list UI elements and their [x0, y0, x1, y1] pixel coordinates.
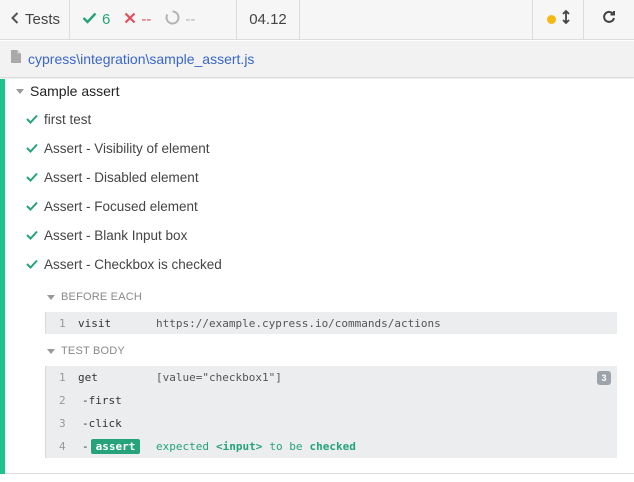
- command-message: [value="checkbox1"]: [156, 370, 282, 384]
- reporter-header: Tests 6 -- -- 04.12: [0, 0, 634, 40]
- spec-file-path[interactable]: cypress\integration\sample_assert.js: [28, 51, 254, 67]
- command-name: get: [78, 370, 98, 384]
- redo-icon: [602, 10, 616, 29]
- command-name: visit: [78, 316, 112, 330]
- caret-down-icon: [47, 348, 55, 354]
- command-row[interactable]: 3 -click: [46, 412, 617, 434]
- element-count-badge: 3: [597, 371, 611, 385]
- scroll-toggle-icon[interactable]: [561, 9, 570, 29]
- command-message: https://example.cypress.io/commands/acti…: [156, 316, 441, 330]
- pending-count: --: [185, 11, 196, 28]
- command-message: expected <input> to be checked: [156, 440, 356, 453]
- pending-stat[interactable]: --: [165, 10, 195, 29]
- assert-message-subject: <input>: [215, 439, 263, 453]
- command-name-wrapper: - assert: [82, 438, 141, 454]
- test-title: Assert - Focused element: [44, 199, 198, 214]
- file-icon: [11, 50, 21, 68]
- check-icon: [26, 228, 38, 243]
- test-item[interactable]: Assert - Visibility of element: [26, 141, 210, 156]
- assert-message-verb: to be: [269, 439, 303, 453]
- test-title: Assert - Checkbox is checked: [44, 257, 222, 272]
- command-number: 3: [59, 416, 66, 430]
- passed-count: 6: [102, 11, 111, 28]
- stats: 6 -- --: [70, 0, 237, 39]
- rerun-button[interactable]: [584, 0, 634, 39]
- caret-down-icon: [16, 88, 24, 94]
- suite-title: Sample assert: [30, 83, 120, 99]
- spec-file-bar: cypress\integration\sample_assert.js: [0, 41, 634, 78]
- command-row[interactable]: 1 visit https://example.cypress.io/comma…: [46, 312, 617, 334]
- suite-header[interactable]: Sample assert: [16, 83, 119, 99]
- command-number: 1: [59, 316, 66, 330]
- command-number: 1: [59, 370, 66, 384]
- assert-badge: assert: [90, 438, 141, 454]
- test-body-label: TEST BODY: [61, 345, 125, 357]
- tests-label: Tests: [25, 11, 61, 28]
- command-row[interactable]: 4 - assert expected <input> to be checke…: [46, 435, 617, 457]
- duration: 04.12: [237, 0, 300, 39]
- test-item[interactable]: Assert - Blank Input box: [26, 228, 187, 243]
- check-icon: [26, 257, 38, 272]
- before-each-label: BEFORE EACH: [61, 291, 143, 303]
- tests-back-button[interactable]: Tests: [0, 0, 70, 39]
- test-body-header[interactable]: TEST BODY: [47, 345, 125, 357]
- test-item[interactable]: Assert - Disabled element: [26, 170, 199, 185]
- command-prefix: -: [82, 439, 89, 453]
- failed-count: --: [141, 11, 152, 28]
- before-each-commands: 1 visit https://example.cypress.io/comma…: [45, 312, 617, 334]
- controls: [533, 0, 584, 39]
- header-spacer: [300, 0, 533, 39]
- assert-message-expected: expected: [156, 439, 209, 453]
- test-title: Assert - Blank Input box: [44, 228, 188, 243]
- command-row[interactable]: 2 -first: [46, 389, 617, 411]
- test-item[interactable]: Assert - Checkbox is checked: [26, 257, 222, 272]
- circle-notch-icon: [165, 10, 180, 29]
- caret-down-icon: [47, 294, 55, 300]
- chevron-left-icon: [11, 11, 19, 28]
- command-name: -first: [82, 393, 122, 407]
- command-number: 2: [59, 393, 66, 407]
- command-name: -click: [82, 416, 122, 430]
- running-indicator-icon: [546, 15, 556, 24]
- command-number: 4: [59, 439, 66, 453]
- failed-stat[interactable]: --: [124, 11, 151, 28]
- test-title: Assert - Disabled element: [44, 170, 199, 185]
- command-row[interactable]: 1 get [value="checkbox1"] 3: [46, 366, 617, 388]
- x-icon: [124, 11, 136, 28]
- check-icon: [82, 11, 97, 28]
- test-body-commands: 1 get [value="checkbox1"] 3 2 -first 3 -…: [45, 366, 617, 458]
- test-item[interactable]: Assert - Focused element: [26, 199, 198, 214]
- check-icon: [26, 170, 38, 185]
- test-title: first test: [44, 112, 92, 127]
- passed-stat[interactable]: 6: [82, 11, 110, 28]
- runnable-suite: Sample assert first test Assert - Visibi…: [0, 79, 634, 474]
- assert-message-value: checked: [309, 439, 356, 453]
- check-icon: [26, 141, 38, 156]
- check-icon: [26, 199, 38, 214]
- check-icon: [26, 112, 38, 127]
- before-each-hook-header[interactable]: BEFORE EACH: [47, 291, 142, 303]
- test-title: Assert - Visibility of element: [44, 141, 210, 156]
- test-item[interactable]: first test: [26, 112, 91, 127]
- divider: [5, 473, 634, 474]
